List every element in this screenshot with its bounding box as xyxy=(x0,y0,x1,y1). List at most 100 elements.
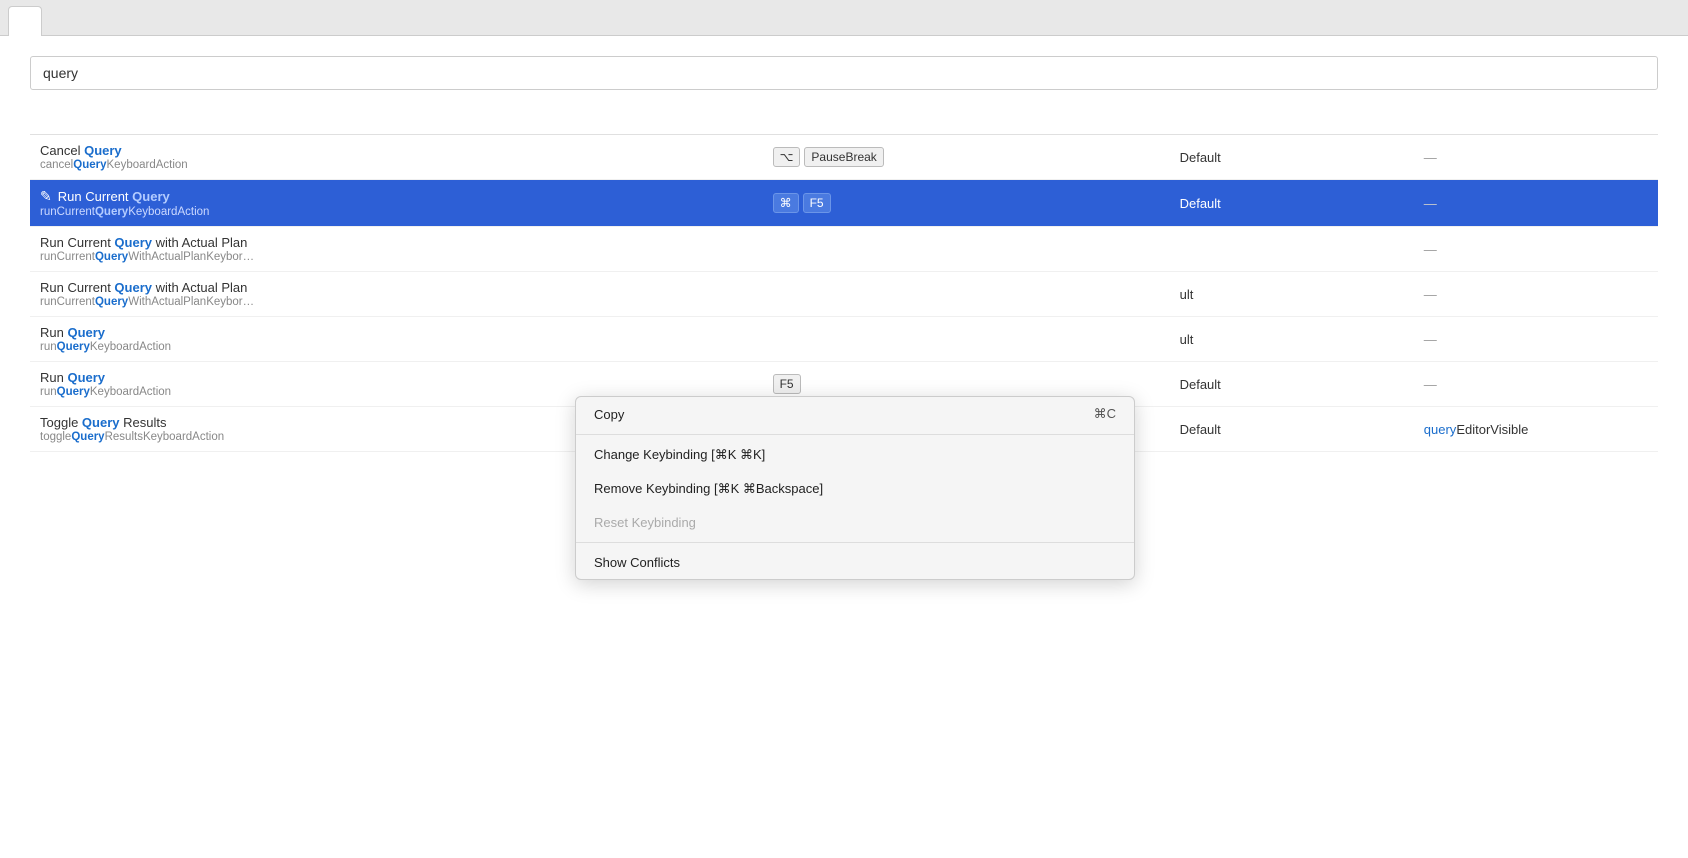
cmd-sub-highlight: Query xyxy=(73,159,106,171)
main-content: Cancel QuerycancelQueryKeyboardAction⌥Pa… xyxy=(0,36,1688,858)
cmd-highlight: Query xyxy=(114,280,152,295)
source-cell: Default xyxy=(1170,135,1414,180)
cmd-sub-prefix: runCurrent xyxy=(40,251,95,263)
keybinding-cell: ⌥PauseBreak xyxy=(763,135,1170,180)
cmd-sub-prefix: runCurrent xyxy=(40,296,95,308)
cmd-sub-prefix: run xyxy=(40,341,57,353)
cmd-sub-suffix: KeyboardAction xyxy=(128,206,209,218)
command-cell: Run Current Query with Actual PlanrunCur… xyxy=(30,227,763,272)
context-menu-label: Show Conflicts xyxy=(594,555,680,570)
command-cell: Run QueryrunQueryKeyboardAction xyxy=(30,317,763,362)
context-menu-item-remove-keybinding[interactable]: Remove Keybinding [⌘K ⌘Backspace] xyxy=(576,472,1134,506)
when-suffix: EditorVisible xyxy=(1456,422,1528,437)
table-header-row xyxy=(30,120,1658,135)
context-menu-item-change-keybinding[interactable]: Change Keybinding [⌘K ⌘K] xyxy=(576,438,1134,472)
key-badge: ⌥ xyxy=(773,147,801,167)
cmd-highlight: Query xyxy=(84,143,122,158)
cmd-sub-highlight: Query xyxy=(71,431,104,443)
source-cell: Default xyxy=(1170,407,1414,452)
when-cell: — xyxy=(1414,272,1658,317)
when-cell: — xyxy=(1414,227,1658,272)
when-cell: — xyxy=(1414,362,1658,407)
command-cell: ✎Run Current QueryrunCurrentQueryKeyboar… xyxy=(30,180,763,227)
when-cell: — xyxy=(1414,180,1658,227)
cmd-highlight: Query xyxy=(132,189,170,204)
context-menu-item-reset-keybinding: Reset Keybinding xyxy=(576,506,1134,539)
table-row[interactable]: ✎Run Current QueryrunCurrentQueryKeyboar… xyxy=(30,180,1658,227)
cmd-prefix: Run Current xyxy=(40,280,114,295)
keybinding-cell xyxy=(763,272,1170,317)
context-menu-label: Change Keybinding [⌘K ⌘K] xyxy=(594,447,765,463)
cmd-prefix: Run xyxy=(40,370,67,385)
key-badge: ⌘ xyxy=(773,193,799,213)
cmd-highlight: Query xyxy=(67,370,105,385)
cmd-sub-prefix: toggle xyxy=(40,431,71,443)
cmd-prefix: Run Current xyxy=(40,235,114,250)
cmd-sub: cancelQueryKeyboardAction xyxy=(40,159,753,171)
cmd-highlight: Query xyxy=(82,415,120,430)
source-cell: ult xyxy=(1170,317,1414,362)
table-row[interactable]: Run QueryrunQueryKeyboardActionult— xyxy=(30,317,1658,362)
context-menu-divider xyxy=(576,542,1134,543)
cmd-sub-highlight: Query xyxy=(95,296,128,308)
command-cell: Run Current Query with Actual PlanrunCur… xyxy=(30,272,763,317)
context-menu-item-copy[interactable]: Copy ⌘C xyxy=(576,397,1134,431)
cmd-suffix: Results xyxy=(120,415,167,430)
context-menu-item-show-conflicts[interactable]: Show Conflicts xyxy=(576,546,1134,579)
keybinding-cell xyxy=(763,227,1170,272)
cmd-sub-suffix: WithActualPlanKeybor… xyxy=(128,296,254,308)
context-menu-shortcut: ⌘C xyxy=(1094,406,1116,422)
cmd-sub-suffix: KeyboardAction xyxy=(107,159,188,171)
cmd-sub: runCurrentQueryWithActualPlanKeybor… xyxy=(40,296,753,308)
keybinding-cell xyxy=(763,317,1170,362)
cmd-sub-suffix: ResultsKeyboardAction xyxy=(105,431,225,443)
col-header-keybinding xyxy=(763,120,1170,135)
table-row[interactable]: Run Current Query with Actual PlanrunCur… xyxy=(30,227,1658,272)
cmd-sub-suffix: KeyboardAction xyxy=(90,386,171,398)
col-header-when xyxy=(1414,120,1658,135)
context-menu-label: Reset Keybinding xyxy=(594,515,696,530)
source-cell: Default xyxy=(1170,180,1414,227)
col-header-command xyxy=(30,120,763,135)
key-badge: PauseBreak xyxy=(804,147,883,167)
cmd-prefix: Cancel xyxy=(40,143,84,158)
source-cell xyxy=(1170,227,1414,272)
when-cell: queryEditorVisible xyxy=(1414,407,1658,452)
cmd-prefix: Run xyxy=(40,325,67,340)
cmd-suffix: with Actual Plan xyxy=(152,235,247,250)
when-dash: — xyxy=(1424,242,1437,257)
command-cell: Cancel QuerycancelQueryKeyboardAction xyxy=(30,135,763,180)
cmd-prefix: Toggle xyxy=(40,415,82,430)
cmd-sub-highlight: Query xyxy=(57,341,90,353)
cmd-highlight: Query xyxy=(67,325,105,340)
key-badge: F5 xyxy=(803,193,831,213)
source-cell: Default xyxy=(1170,362,1414,407)
keyboard-shortcuts-tab[interactable] xyxy=(8,6,42,36)
cmd-sub-prefix: cancel xyxy=(40,159,73,171)
cmd-sub: runQueryKeyboardAction xyxy=(40,341,753,353)
context-menu-divider xyxy=(576,434,1134,435)
cmd-sub: runCurrentQueryKeyboardAction xyxy=(40,206,753,218)
context-menu-label: Copy xyxy=(594,407,624,422)
cmd-sub-suffix: KeyboardAction xyxy=(90,341,171,353)
when-highlight: query xyxy=(1424,422,1457,437)
cmd-sub-prefix: runCurrent xyxy=(40,206,95,218)
when-dash: — xyxy=(1424,377,1437,392)
tab-bar xyxy=(0,0,1688,36)
table-row[interactable]: Run Current Query with Actual PlanrunCur… xyxy=(30,272,1658,317)
search-input[interactable] xyxy=(30,56,1658,90)
cmd-suffix: with Actual Plan xyxy=(152,280,247,295)
cmd-highlight: Query xyxy=(114,235,152,250)
cmd-sub: runCurrentQueryWithActualPlanKeybor… xyxy=(40,251,753,263)
table-row[interactable]: Cancel QuerycancelQueryKeyboardAction⌥Pa… xyxy=(30,135,1658,180)
edit-icon: ✎ xyxy=(40,188,52,204)
source-cell: ult xyxy=(1170,272,1414,317)
col-header-source xyxy=(1170,120,1414,135)
context-menu-label: Remove Keybinding [⌘K ⌘Backspace] xyxy=(594,481,823,497)
when-cell: — xyxy=(1414,317,1658,362)
key-badge: F5 xyxy=(773,374,801,394)
cmd-sub-highlight: Query xyxy=(95,206,128,218)
cmd-prefix: Run Current xyxy=(58,189,132,204)
keybinding-cell: ⌘F5 xyxy=(763,180,1170,227)
cmd-sub-suffix: WithActualPlanKeybor… xyxy=(128,251,254,263)
